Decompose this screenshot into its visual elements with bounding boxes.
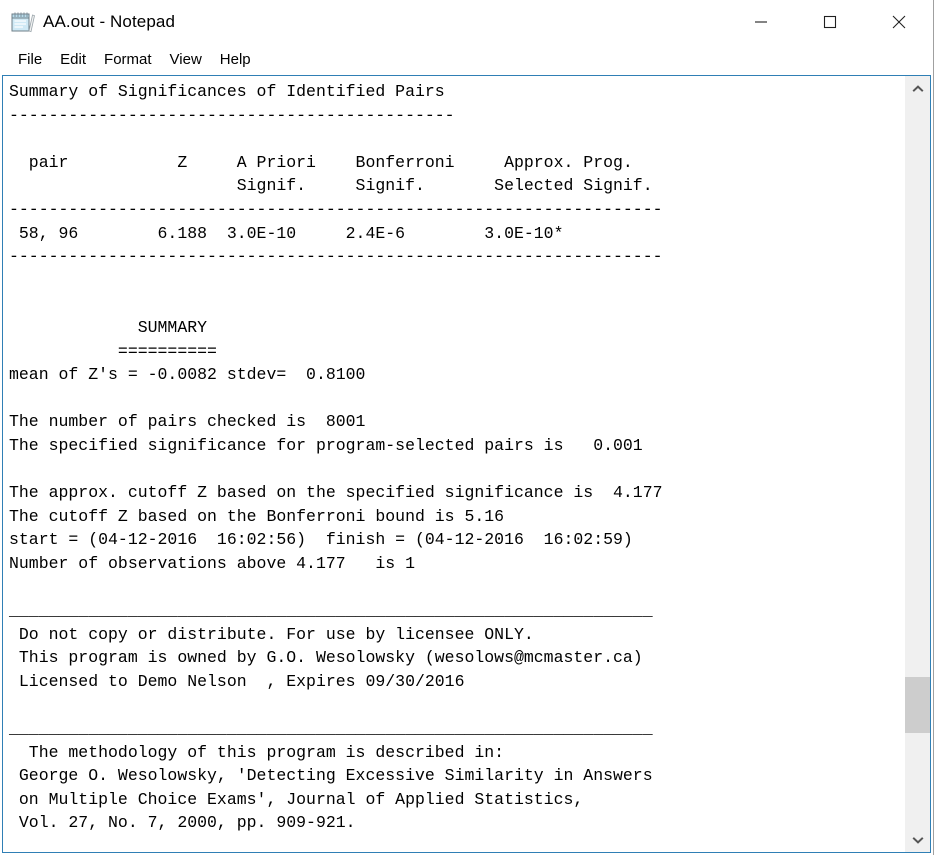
scroll-up-icon[interactable] (905, 76, 930, 101)
text-editor[interactable]: Summary of Significances of Identified P… (3, 76, 904, 852)
notepad-icon (9, 9, 35, 35)
summary-mean-line: mean of Z's = -0.0082 stdev= 0.8100 (9, 365, 366, 385)
summary-underline: ========== (9, 341, 217, 361)
table-header-line-2: Signif. Signif. Selected Signif. (9, 176, 653, 196)
window-controls (726, 0, 933, 44)
table-rule-top: ----------------------------------------… (9, 199, 663, 219)
vertical-scrollbar[interactable] (904, 76, 930, 852)
citation-rule: ________________________________________… (9, 719, 653, 739)
title-bar-left: AA.out - Notepad (0, 9, 726, 35)
scrollbar-track[interactable] (905, 101, 930, 827)
table-header-line-1: pair Z A Priori Bonferroni Approx. Prog. (9, 152, 633, 172)
license-line-3: Licensed to Demo Nelson , Expires 09/30/… (9, 671, 465, 691)
table-row: 58, 96 6.188 3.0E-10 2.4E-6 3.0E-10* (9, 223, 564, 243)
citation-line-2: George O. Wesolowsky, 'Detecting Excessi… (9, 766, 653, 786)
notepad-window: AA.out - Notepad File Edit Format View H… (0, 0, 934, 855)
citation-line-4: Vol. 27, No. 7, 2000, pp. 909-921. (9, 813, 356, 833)
license-line-1: Do not copy or distribute. For use by li… (9, 624, 534, 644)
summary-specified-significance: The specified significance for program-s… (9, 435, 643, 455)
menu-item-file[interactable]: File (9, 49, 51, 71)
license-line-2: This program is owned by G.O. Wesolowsky… (9, 648, 643, 668)
table-rule-bottom: ----------------------------------------… (9, 247, 663, 267)
menu-item-help[interactable]: Help (211, 49, 260, 71)
scrollbar-thumb[interactable] (905, 677, 930, 733)
license-rule: ________________________________________… (9, 601, 653, 621)
menu-item-view[interactable]: View (161, 49, 211, 71)
minimize-button[interactable] (726, 0, 795, 44)
document-content: Summary of Significances of Identified P… (9, 80, 904, 835)
client-area: Summary of Significances of Identified P… (2, 75, 931, 853)
menu-item-format[interactable]: Format (95, 49, 161, 71)
close-button[interactable] (864, 0, 933, 44)
maximize-button[interactable] (795, 0, 864, 44)
summary-title: SUMMARY (9, 317, 208, 337)
summary-timing: start = (04-12-2016 16:02:56) finish = (… (9, 530, 633, 550)
window-title: AA.out - Notepad (43, 12, 176, 31)
summary-pairs-checked: The number of pairs checked is 8001 (9, 412, 366, 432)
summary-observations: Number of observations above 4.177 is 1 (9, 553, 415, 573)
menu-bar: File Edit Format View Help (0, 45, 933, 75)
citation-line-1: The methodology of this program is descr… (9, 742, 505, 762)
report-heading: Summary of Significances of Identified P… (9, 82, 445, 101)
summary-approx-cutoff: The approx. cutoff Z based on the specif… (9, 483, 663, 503)
title-bar: AA.out - Notepad (0, 0, 933, 45)
summary-bonferroni-cutoff: The cutoff Z based on the Bonferroni bou… (9, 506, 505, 526)
menu-item-edit[interactable]: Edit (51, 49, 95, 71)
scroll-down-icon[interactable] (905, 827, 930, 852)
report-heading-rule: ----------------------------------------… (9, 105, 455, 125)
citation-line-3: on Multiple Choice Exams', Journal of Ap… (9, 789, 584, 809)
